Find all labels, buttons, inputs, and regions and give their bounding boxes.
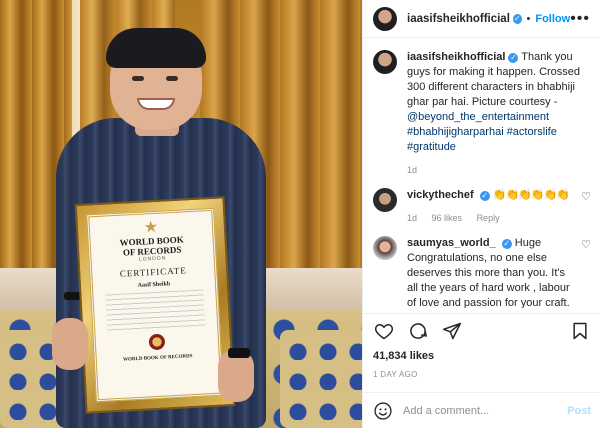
comment-item: saumyas_world_ ✓ Huge Congratulations, n… [373,236,591,308]
likes-count[interactable]: 41,834 likes [373,350,434,362]
person-eye [132,76,144,81]
watch [228,348,250,358]
comment-username[interactable]: vickythechef [407,189,474,201]
comment-item: vickythechef ✓ 👏👏👏👏👏👏 1d 96 likes Reply … [373,188,591,226]
like-heart-icon[interactable] [373,320,395,342]
certificate-footer: WORLD BOOK OF RECORDS [123,354,193,363]
comment-composer: Post [363,392,600,428]
comment-body: vickythechef ✓ 👏👏👏👏👏👏 1d 96 likes Reply [407,188,575,226]
comment-username[interactable]: saumyas_world_ [407,237,496,249]
post-side-panel: iaasifsheikhofficial ✓ • Follow ••• iaas… [362,0,600,428]
comment-bubble-icon[interactable] [407,320,429,342]
like-comment-icon[interactable]: ♡ [581,190,591,203]
verified-badge-icon: ✓ [508,53,519,63]
verified-badge-icon: ✓ [501,239,512,249]
verified-badge-icon: ✓ [512,13,522,24]
seal-icon [148,333,166,351]
comment-meta: 1d 96 likes Reply [407,211,575,226]
certificate-frame: ★ WORLD BOOK OF RECORDS LONDON CERTIFICA… [74,196,236,414]
reply-button[interactable]: Reply [477,213,500,223]
commenter-avatar[interactable] [373,236,397,260]
bookmark-icon[interactable] [569,320,591,342]
post-photo[interactable]: ★ WORLD BOOK OF RECORDS LONDON CERTIFICA… [0,0,362,428]
post-header: iaasifsheikhofficial ✓ • Follow ••• [363,0,600,38]
author-avatar[interactable] [373,6,397,31]
action-bar [363,313,600,347]
person-hand [52,318,88,370]
follow-button[interactable]: Follow [535,13,570,25]
like-comment-icon[interactable]: ♡ [581,238,591,251]
separator-dot: • [526,12,531,25]
comments-list[interactable]: iaasifsheikhofficial ✓ Thank you guys for… [363,38,600,308]
caption: iaasifsheikhofficial ✓ Thank you guys for… [373,50,591,178]
more-options-icon[interactable]: ••• [570,10,590,28]
comment-time[interactable]: 1d [407,213,417,223]
person-eye [166,76,178,81]
cushion [280,330,362,428]
post-comment-button[interactable]: Post [567,405,591,417]
post-timestamp[interactable]: 1 DAY AGO [373,370,418,379]
author-username[interactable]: iaasifsheikhofficial [407,13,510,25]
emoji-icon[interactable] [373,401,393,421]
comment-text: 👏👏👏👏👏👏 [492,189,570,201]
caption-meta: 1d [407,163,591,178]
person-hair [106,28,206,68]
caption-mention[interactable]: @beyond_the_entertainment [407,111,549,123]
caption-hashtags[interactable]: #bhabhijigharparhai #actorslife #gratitu… [407,126,557,153]
author-avatar[interactable] [373,50,397,74]
comment-likes[interactable]: 96 likes [432,213,463,223]
comment-input[interactable] [403,404,568,417]
verified-badge-icon: ✓ [479,191,490,201]
caption-username[interactable]: iaasifsheikhofficial [407,51,505,63]
caption-time[interactable]: 1d [407,165,417,175]
person-smile [137,98,175,110]
share-paper-plane-icon[interactable] [441,320,463,342]
certificate-heading: CERTIFICATE [119,265,187,279]
certificate-text-lines [105,289,206,333]
commenter-avatar[interactable] [373,188,397,212]
certificate-paper: ★ WORLD BOOK OF RECORDS LONDON CERTIFICA… [86,207,224,403]
comment-body: saumyas_world_ ✓ Huge Congratulations, n… [407,236,575,308]
caption-body: iaasifsheikhofficial ✓ Thank you guys for… [407,50,591,178]
